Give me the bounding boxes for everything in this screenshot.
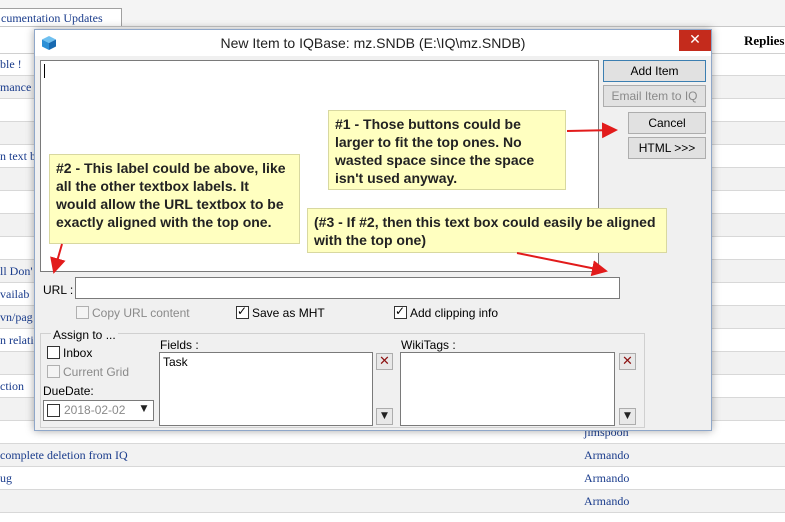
arrow-note-3: [516, 252, 608, 277]
arrow-note-2: [50, 243, 66, 274]
arrow-note-1: [566, 122, 618, 139]
annotation-arrows: [50, 122, 618, 277]
